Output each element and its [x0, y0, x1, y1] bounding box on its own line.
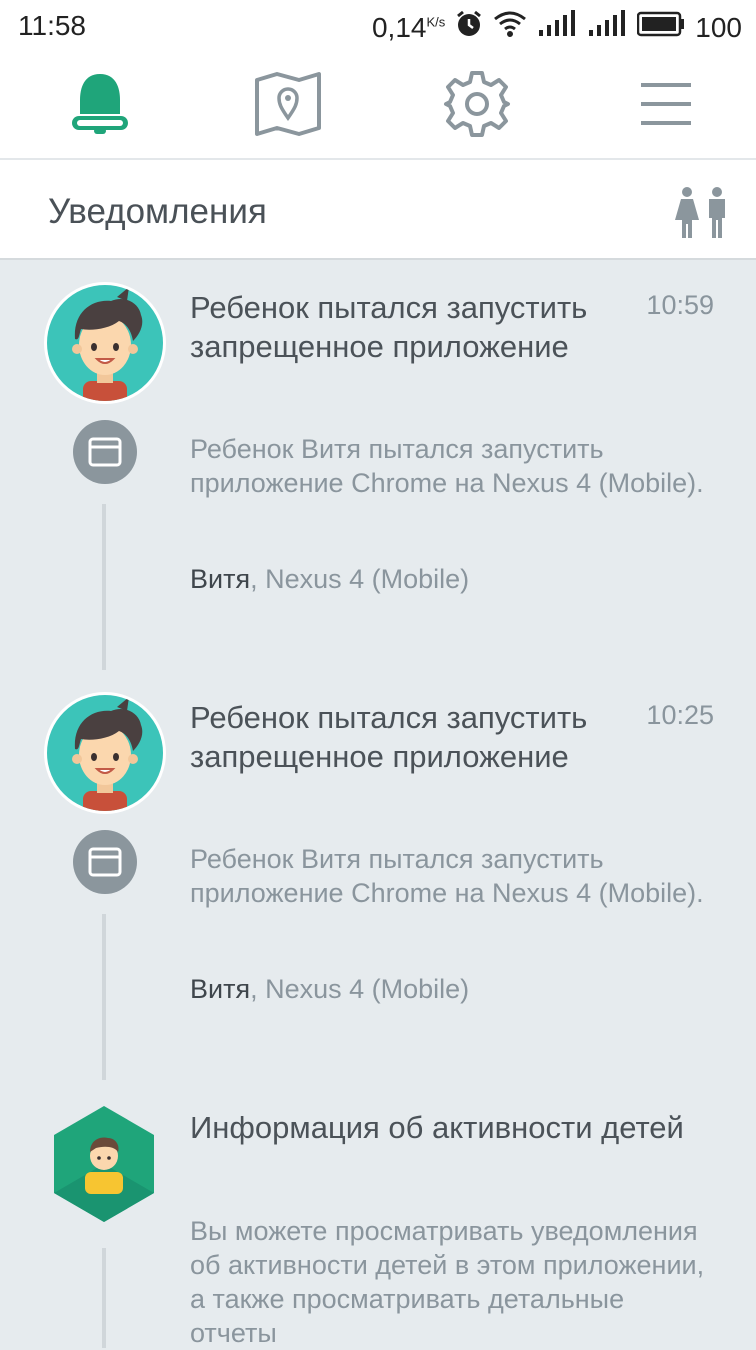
child-avatar-icon [72, 697, 143, 811]
timeline-line [102, 1248, 106, 1348]
browser-app-icon [73, 830, 137, 894]
notification-item[interactable]: Ребенок пытался запустить запрещенное пр… [0, 282, 756, 682]
notification-title: Информация об активности детей [190, 1110, 684, 1145]
child-name: Витя [190, 974, 251, 1004]
child-avatar [44, 692, 166, 814]
nav-map-button[interactable] [248, 68, 328, 144]
notification-item[interactable]: Информация об активности детей Вы можете… [0, 1104, 756, 1348]
notification-description: Ребенок Витя пытался запустить приложени… [190, 434, 704, 498]
child-avatar-icon [72, 287, 143, 401]
notification-title: Ребенок пытался запустить запрещенное пр… [190, 700, 588, 774]
device-name: , Nexus 4 (Mobile) [250, 564, 470, 594]
top-navigation [0, 54, 756, 160]
gear-icon [442, 69, 512, 144]
status-icons: 0,14K/s 100 [372, 10, 742, 45]
battery-icon [637, 11, 685, 44]
timeline-line [102, 504, 106, 670]
browser-app-icon [73, 420, 137, 484]
notification-title: Ребенок пытался запустить запрещенное пр… [190, 290, 588, 364]
children-icon[interactable] [670, 186, 734, 245]
nav-notifications-button[interactable] [60, 68, 140, 144]
device-name: , Nexus 4 (Mobile) [250, 974, 470, 1004]
status-bar: 11:58 0,14K/s 100 [0, 0, 756, 54]
wifi-icon [493, 10, 527, 45]
net-speed: 0,14K/s [371, 11, 446, 43]
signal-icon-1 [537, 10, 577, 45]
page-header: Уведомления [0, 160, 756, 260]
menu-icon [639, 79, 693, 134]
signal-icon-2 [587, 10, 627, 45]
notification-time: 10:25 [646, 700, 714, 730]
child-name: Витя [190, 564, 251, 594]
battery-level: 100 [695, 11, 742, 43]
nav-settings-button[interactable] [437, 68, 517, 144]
timeline-line [102, 914, 106, 1080]
notification-meta: Витя, Nexus 4 (Mobile) [190, 564, 469, 595]
activity-info-icon [52, 1104, 156, 1224]
notification-item[interactable]: Ребенок пытался запустить запрещенное пр… [0, 692, 756, 1092]
status-time: 11:58 [18, 10, 86, 41]
bell-icon [68, 70, 132, 143]
notification-time: 10:59 [646, 290, 714, 320]
map-icon [253, 70, 323, 143]
notification-meta: Витя, Nexus 4 (Mobile) [190, 974, 469, 1005]
page-title: Уведомления [48, 192, 267, 231]
notification-description: Вы можете просматривать уведомления об а… [190, 1216, 705, 1348]
notification-description: Ребенок Витя пытался запустить приложени… [190, 844, 704, 908]
nav-menu-button[interactable] [626, 68, 706, 144]
child-avatar [44, 282, 166, 404]
alarm-icon [455, 10, 483, 45]
